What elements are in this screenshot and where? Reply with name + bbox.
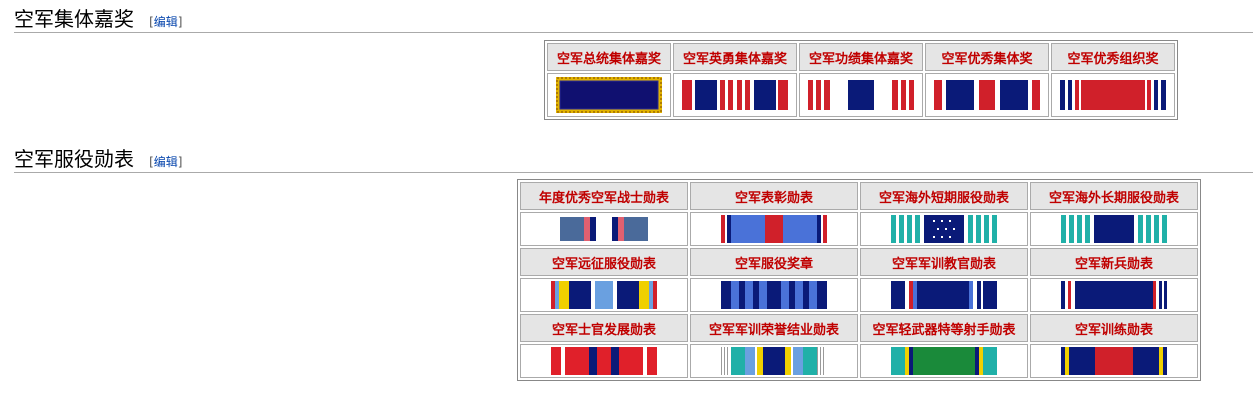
award-name: 空军军训教官勋表 (860, 248, 1028, 276)
edit-section-link[interactable]: 编辑 (154, 15, 178, 29)
award-name: 空军优秀集体奖 (925, 43, 1049, 71)
ribbon-organizational-excellence-award[interactable] (1060, 80, 1166, 110)
ribbon-cell (1030, 344, 1198, 378)
ribbon-meritorious-unit-award[interactable] (808, 80, 914, 110)
ribbon-outstanding-unit-award[interactable] (934, 80, 1040, 110)
ribbon-basic-training-honor-graduate[interactable] (721, 347, 827, 375)
section-title: 空军服役勋表 (14, 147, 134, 171)
edit-section-link[interactable]: 编辑 (154, 155, 178, 169)
ribbon-cell (860, 344, 1028, 378)
ribbon-cell (860, 278, 1028, 312)
ribbon-cell (547, 73, 671, 117)
award-name: 空军海外长期服役勋表 (1030, 182, 1198, 210)
award-name: 空军新兵勋表 (1030, 248, 1198, 276)
ribbon-cell (860, 212, 1028, 246)
ribbon-recognition[interactable] (721, 215, 827, 243)
section-heading-unit-awards: 空军集体嘉奖 [编辑] (14, 8, 1253, 33)
ribbon-cell (1030, 212, 1198, 246)
award-name: 空军训练勋表 (1030, 314, 1198, 342)
award-name: 空军轻武器特等射手勋表 (860, 314, 1028, 342)
award-name: 空军优秀组织奖 (1051, 43, 1175, 71)
ribbon-cell (925, 73, 1049, 117)
award-name: 空军总统集体嘉奖 (547, 43, 671, 71)
ribbon-cell (520, 278, 688, 312)
award-name: 空军远征服役勋表 (520, 248, 688, 276)
ribbon-cell (1051, 73, 1175, 117)
service-ribbons-table: 年度优秀空军战士勋表 空军表彰勋表 空军海外短期服役勋表 空军海外长期服役勋表 (517, 179, 1201, 381)
ribbon-nco-professional-development[interactable] (551, 347, 657, 375)
ribbon-presidential-unit-citation[interactable] (556, 77, 662, 113)
ribbon-expeditionary-service[interactable] (551, 281, 657, 309)
award-name: 空军功绩集体嘉奖 (799, 43, 923, 71)
ribbon-overseas-long-tour[interactable] (1061, 215, 1167, 243)
ribbon-small-arms-expert-marksmanship[interactable] (891, 347, 997, 375)
award-name: 空军军训荣誉结业勋表 (690, 314, 858, 342)
ribbon-training[interactable] (1061, 347, 1167, 375)
edit-section-link-wrapper: [编辑] (149, 155, 183, 169)
ribbon-military-training-instructor[interactable] (891, 281, 997, 309)
section-heading-service-ribbons: 空军服役勋表 [编辑] (14, 148, 1253, 173)
ribbon-gallant-unit-citation[interactable] (682, 80, 788, 110)
ribbon-cell (1030, 278, 1198, 312)
ribbon-cell (520, 344, 688, 378)
ribbon-cell (799, 73, 923, 117)
section-title: 空军集体嘉奖 (14, 7, 134, 31)
award-name: 空军英勇集体嘉奖 (673, 43, 797, 71)
ribbon-cell (690, 278, 858, 312)
ribbon-cell (690, 344, 858, 378)
ribbon-outstanding-airman-of-year[interactable] (560, 217, 648, 241)
award-name: 空军服役奖章 (690, 248, 858, 276)
award-name: 年度优秀空军战士勋表 (520, 182, 688, 210)
ribbon-cell (690, 212, 858, 246)
ribbon-cell (673, 73, 797, 117)
award-name: 空军表彰勋表 (690, 182, 858, 210)
award-name: 空军海外短期服役勋表 (860, 182, 1028, 210)
award-name: 空军士官发展勋表 (520, 314, 688, 342)
ribbon-longevity-service[interactable] (721, 281, 827, 309)
ribbon-recruiter[interactable] (1061, 281, 1167, 309)
ribbon-cell (520, 212, 688, 246)
unit-awards-table: 空军总统集体嘉奖 空军英勇集体嘉奖 空军功绩集体嘉奖 空军优秀集体奖 空军优秀组… (544, 40, 1178, 120)
ribbon-overseas-short-tour[interactable] (891, 215, 997, 243)
edit-section-link-wrapper: [编辑] (149, 15, 183, 29)
